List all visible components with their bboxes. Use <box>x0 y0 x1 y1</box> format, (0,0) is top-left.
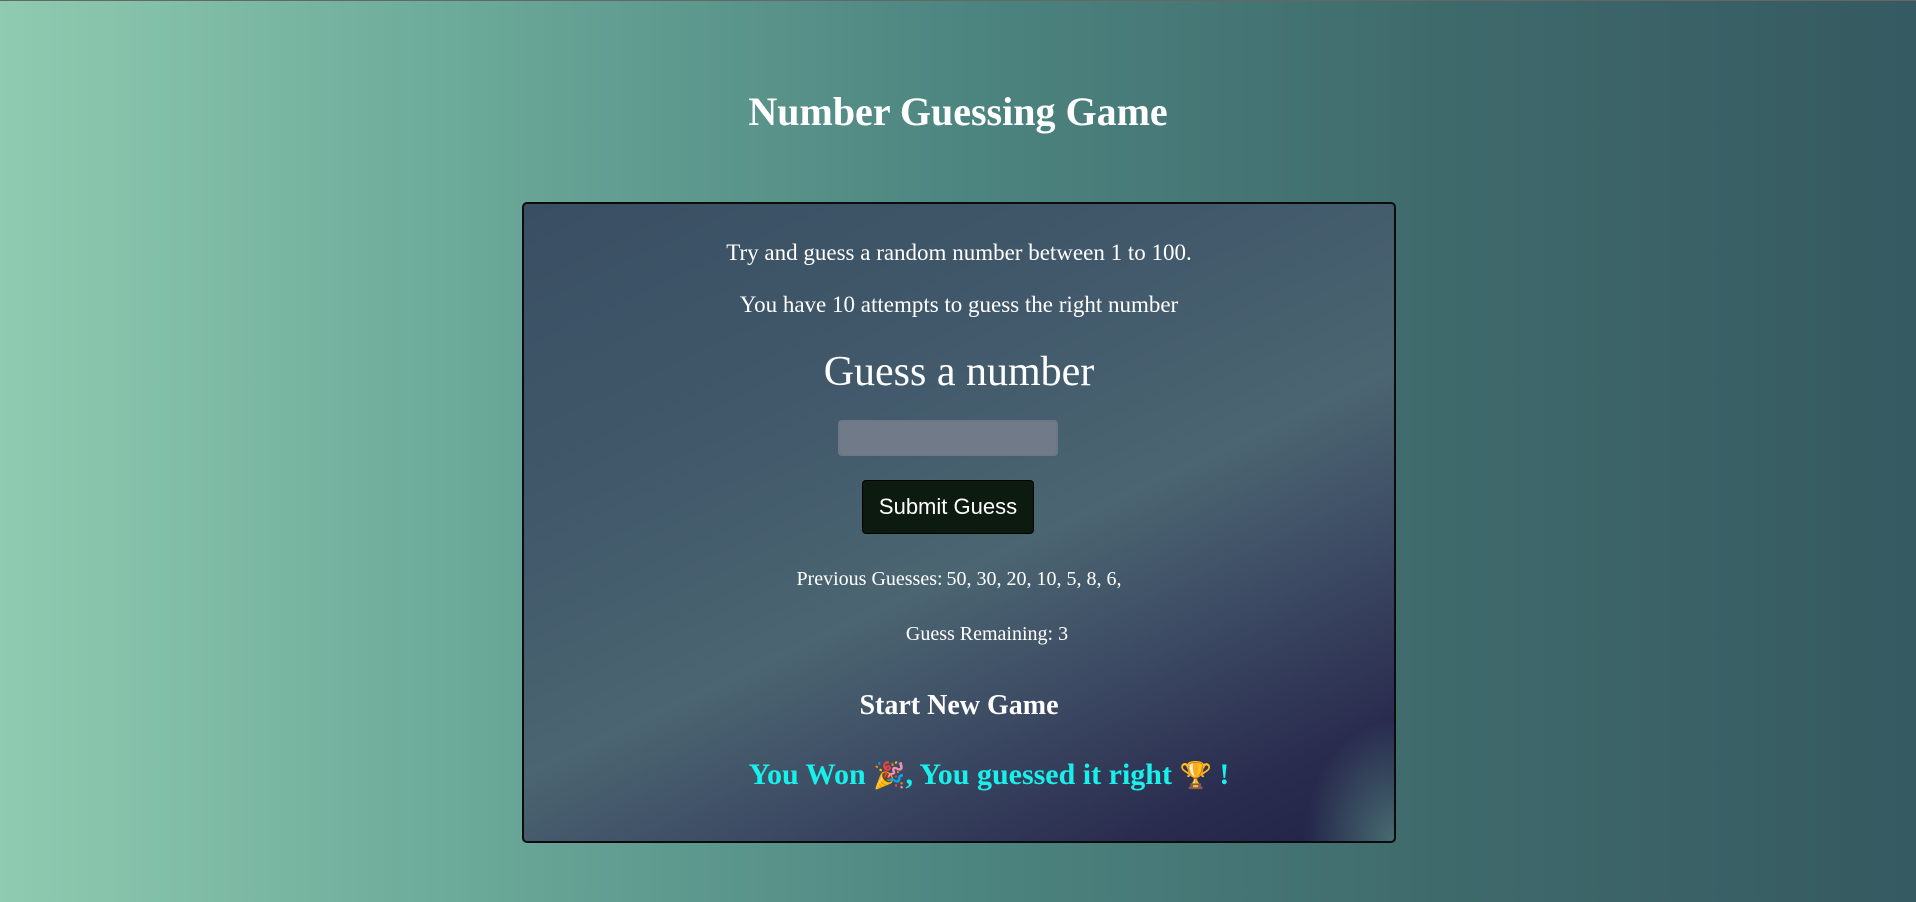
previous-guesses: Previous Guesses: 50, 30, 20, 10, 5, 8, 6… <box>524 568 1394 591</box>
result-text-guessed: , You guessed it right <box>905 758 1172 791</box>
previous-guesses-values: 50, 30, 20, 10, 5, 8, 6, <box>946 568 1122 590</box>
guesses-remaining-label: Guess Remaining: <box>905 623 1054 645</box>
result-message: You Won 🎉, You guessed it right 🏆 ! <box>524 758 1394 792</box>
game-card: Try and guess a random number between 1 … <box>522 202 1396 843</box>
guesses-remaining-value: 3 <box>1058 623 1069 645</box>
previous-guesses-label: Previous Guesses: <box>796 568 943 590</box>
guess-input[interactable] <box>838 420 1058 456</box>
page-title: Number Guessing Game <box>748 89 1168 134</box>
guess-heading: Guess a number <box>823 349 1095 395</box>
window-top-border <box>0 0 1916 1</box>
result-text-won: You Won <box>748 758 866 791</box>
trophy-icon: 🏆 <box>1179 761 1212 791</box>
submit-guess-button[interactable]: Submit Guess <box>862 480 1034 534</box>
intro-text-range: Try and guess a random number between 1 … <box>726 240 1192 265</box>
guesses-remaining: Guess Remaining: 3 <box>524 623 1394 646</box>
result-text-exclaim: ! <box>1219 758 1230 791</box>
start-new-game-button[interactable]: Start New Game <box>524 690 1394 722</box>
party-popper-icon: 🎉 <box>873 761 906 791</box>
intro-text-attempts: You have 10 attempts to guess the right … <box>739 292 1179 317</box>
